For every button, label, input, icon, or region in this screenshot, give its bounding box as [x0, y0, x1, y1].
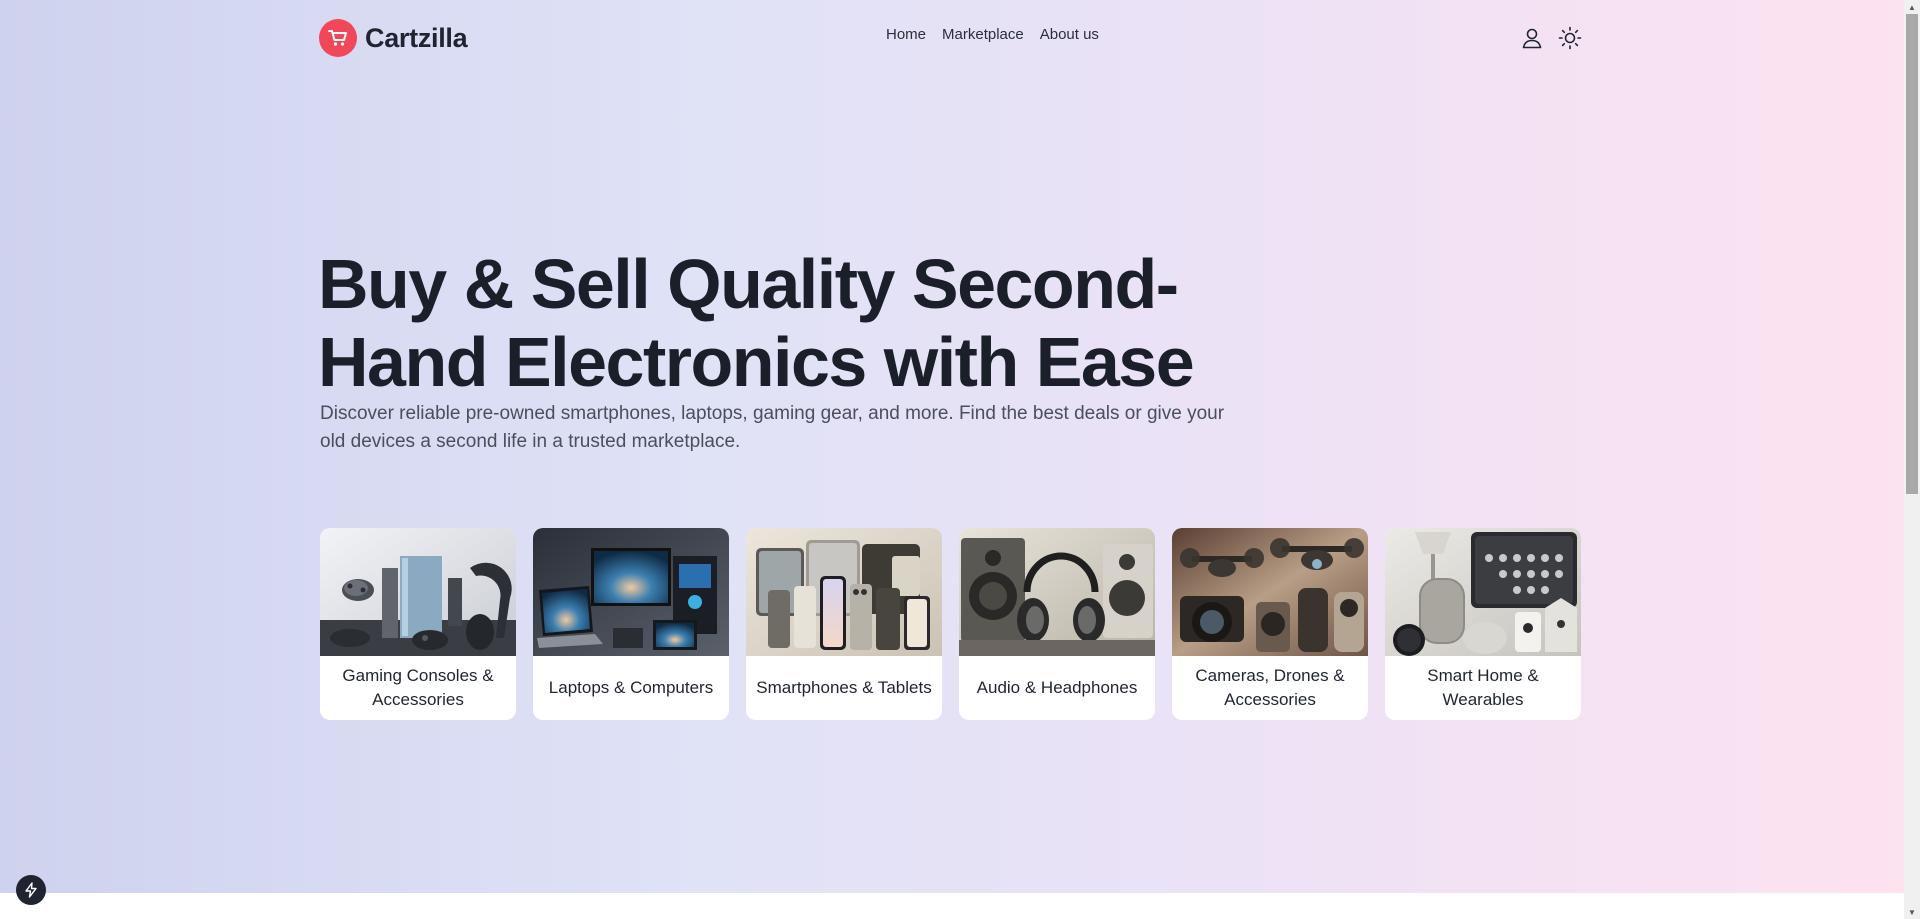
category-card-smart-home[interactable]: Smart Home & Wearables	[1385, 528, 1581, 720]
nav-item-marketplace[interactable]: Marketplace	[942, 26, 1024, 43]
bolt-icon[interactable]	[16, 875, 46, 905]
cart-logo-icon	[319, 19, 357, 57]
brand-name: Cartzilla	[365, 22, 468, 53]
user-icon[interactable]	[1518, 24, 1546, 52]
nav-item-home[interactable]: Home	[886, 26, 926, 43]
hero-title: Buy & Sell Quality Second-Hand Electroni…	[318, 245, 1195, 401]
sun-icon[interactable]	[1556, 24, 1584, 52]
audio-headphones-image	[959, 528, 1155, 656]
category-label: Gaming Consoles & Accessories	[342, 666, 494, 709]
category-label: Laptops & Computers	[548, 678, 714, 697]
cameras-drones-image	[1172, 528, 1368, 656]
nav-item-about[interactable]: About us	[1040, 26, 1099, 43]
scroll-down-arrow-icon[interactable]: ▼	[1904, 905, 1920, 919]
hero-section: Cartzilla Home Marketplace About us Buy …	[0, 0, 1904, 893]
category-label: Cameras, Drones & Accessories	[1195, 666, 1345, 709]
category-card-audio[interactable]: Audio & Headphones	[959, 528, 1155, 720]
category-label: Audio & Headphones	[976, 678, 1138, 697]
category-card-smartphones[interactable]: Smartphones & Tablets	[746, 528, 942, 720]
scroll-up-arrow-icon[interactable]: ▲	[1904, 0, 1920, 14]
smart-home-wearables-image	[1385, 528, 1581, 656]
gaming-consoles-image	[320, 528, 516, 656]
header-actions	[1518, 24, 1584, 52]
category-label: Smart Home & Wearables	[1427, 666, 1539, 709]
hero-subtitle: Discover reliable pre-owned smartphones,…	[320, 403, 1225, 452]
category-list: Gaming Consoles & Accessories Laptops & …	[320, 528, 1581, 720]
brand[interactable]: Cartzilla	[319, 19, 468, 57]
site-header: Cartzilla Home Marketplace About us	[319, 18, 1584, 58]
main-nav: Home Marketplace About us	[886, 26, 1099, 43]
category-card-laptops[interactable]: Laptops & Computers	[533, 528, 729, 720]
category-label: Smartphones & Tablets	[756, 678, 932, 697]
smartphones-tablets-image	[746, 528, 942, 656]
laptops-computers-image	[533, 528, 729, 656]
category-card-cameras[interactable]: Cameras, Drones & Accessories	[1172, 528, 1368, 720]
category-card-gaming[interactable]: Gaming Consoles & Accessories	[320, 528, 516, 720]
scrollbar-thumb[interactable]	[1906, 14, 1918, 494]
